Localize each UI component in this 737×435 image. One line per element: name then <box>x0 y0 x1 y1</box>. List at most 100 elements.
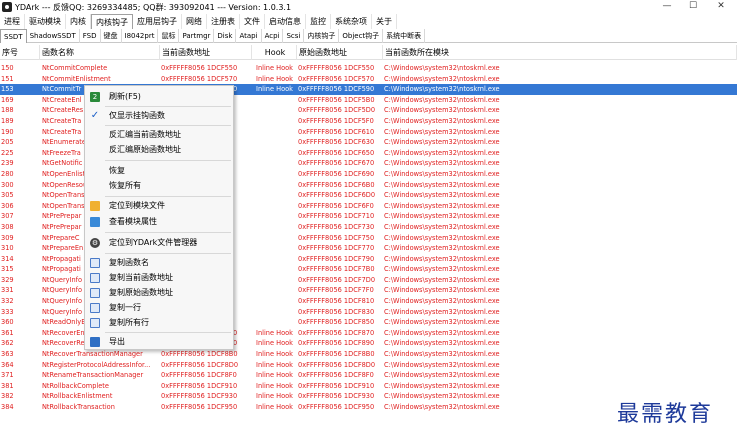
cell-original-address: 0xFFFFF8056 1DCF570 <box>298 74 375 83</box>
cell-original-address: 0xFFFFF8056 1DCF670 <box>298 159 375 168</box>
gear-icon: ⚙ <box>90 238 100 248</box>
maximize-button[interactable]: ☐ <box>683 0 703 14</box>
subtab[interactable]: ShadowSSDT <box>27 28 80 43</box>
subtab[interactable]: Disk <box>214 28 237 43</box>
cell-index: 300 <box>1 180 14 189</box>
menu-tab[interactable]: 应用层钩子 <box>133 14 182 29</box>
cell-original-address: 0xFFFFF8056 1DCF790 <box>298 254 375 263</box>
table-row[interactable]: 150 NtCommitComplete 0xFFFFF8056 1DCF550 In… <box>0 63 737 74</box>
menu-item-locate-ydark[interactable]: ⚙ 定位到YDArk文件管理器 <box>85 236 233 250</box>
column-header-current-address[interactable]: 当前函数地址 <box>160 45 252 60</box>
cell-module-path: C:\Windows\system32\ntoskrnl.exe <box>384 159 500 168</box>
menu-tab[interactable]: 系统杂项 <box>331 14 372 29</box>
cell-current-address: 0xFFFFF8056 1DCF570 <box>161 74 238 83</box>
subtab[interactable]: Atapi <box>236 28 262 43</box>
cell-index: 329 <box>1 275 14 284</box>
close-button[interactable]: ✕ <box>711 0 731 14</box>
menu-item-only-hooked[interactable]: ✓ 仅显示挂钩函数 <box>85 109 233 123</box>
column-header-original-address[interactable]: 原始函数地址 <box>297 45 383 60</box>
menu-tab[interactable]: 注册表 <box>207 14 240 29</box>
cell-index: 239 <box>1 159 14 168</box>
menu-item-disasm-current[interactable]: 反汇编当前函数地址 <box>85 128 233 142</box>
cell-index: 310 <box>1 244 14 253</box>
menu-item-copy-current-address[interactable]: 复制当前函数地址 <box>85 271 233 285</box>
cell-hook-type: Inline Hook <box>256 328 293 337</box>
subtab[interactable]: I8042prt <box>122 28 159 43</box>
cell-module-path: C:\Windows\system32\ntoskrnl.exe <box>384 212 500 221</box>
menu-item-locate-module[interactable]: 定位到模块文件 <box>85 199 233 213</box>
cell-hook-type: Inline Hook <box>256 64 293 72</box>
subtab[interactable]: 键盘 <box>101 28 122 43</box>
cell-original-address: 0xFFFFF8056 1DCF930 <box>298 392 375 401</box>
cell-original-address: 0xFFFFF8056 1DCF590 <box>298 85 375 94</box>
subtab[interactable]: Partmgr <box>179 28 215 43</box>
menu-item-copy-all-rows[interactable]: 复制所有行 <box>85 316 233 330</box>
cell-module-path: C:\Windows\system32\ntoskrnl.exe <box>384 74 500 83</box>
cell-original-address: 0xFFFFF8056 1DCF650 <box>298 148 375 157</box>
cell-original-address: 0xFFFFF8056 1DCF7F0 <box>298 286 374 295</box>
subtab[interactable]: 鼠标 <box>158 28 180 43</box>
menu-item-export[interactable]: 导出 <box>85 335 233 349</box>
column-header-index[interactable]: 序号 <box>0 45 40 60</box>
subtab[interactable]: 内核钩子 <box>304 28 340 43</box>
table-row[interactable]: 363 NtRecoverTransactionManager 0xFFFFF805… <box>0 349 737 360</box>
menu-tab[interactable]: 文件 <box>240 14 265 29</box>
cell-module-path: C:\Windows\system32\ntoskrnl.exe <box>384 328 500 337</box>
subtab[interactable]: SSDT <box>0 28 27 43</box>
menu-tab[interactable]: 启动信息 <box>265 14 306 29</box>
menu-tab[interactable]: 网络 <box>182 14 207 29</box>
cell-original-address: 0xFFFFF8056 1DCF890 <box>298 339 375 348</box>
menu-tab[interactable]: 内核 <box>66 14 91 29</box>
table-row[interactable]: 364 NtRegisterProtocolAddressInfor... 0xFF… <box>0 360 737 371</box>
cell-module-path: C:\Windows\system32\ntoskrnl.exe <box>384 360 500 369</box>
menu-item-copy-original-address[interactable]: 复制原始函数地址 <box>85 286 233 300</box>
cell-index: 169 <box>1 95 14 104</box>
menu-item-copy-row[interactable]: 复制一行 <box>85 301 233 315</box>
cell-original-address: 0xFFFFF8056 1DCF770 <box>298 244 375 253</box>
cell-hook-type: Inline Hook <box>256 74 293 83</box>
minimize-button[interactable]: — <box>657 0 677 14</box>
table-row[interactable]: 151 NtCommitEnlistment 0xFFFFF8056 1DCF570… <box>0 74 737 85</box>
column-header-function-name[interactable]: 函数名称 <box>40 45 160 60</box>
subtab[interactable]: Scsi <box>283 28 305 43</box>
cell-original-address: 0xFFFFF8056 1DCF910 <box>298 381 375 390</box>
menu-item-copy-name[interactable]: 复制函数名 <box>85 256 233 270</box>
cell-original-address: 0xFFFFF8056 1DCF730 <box>298 222 375 231</box>
menu-item-restore-all[interactable]: 恢复所有 <box>85 179 233 193</box>
cell-module-path: C:\Windows\system32\ntoskrnl.exe <box>384 339 500 348</box>
menu-item-refresh[interactable]: 2 刷新(F5) <box>85 90 233 104</box>
cell-index: 381 <box>1 381 14 390</box>
cell-index: 205 <box>1 138 14 147</box>
cell-index: 384 <box>1 403 14 411</box>
column-header-module[interactable]: 当前函数所在模块 <box>383 45 737 60</box>
menu-tab[interactable]: 进程 <box>0 14 25 29</box>
menu-item-restore[interactable]: 恢复 <box>85 164 233 178</box>
column-header-hook[interactable]: Hook <box>252 45 297 60</box>
folder-icon <box>90 201 100 211</box>
cell-module-path: C:\Windows\system32\ntoskrnl.exe <box>384 85 500 94</box>
menu-tab[interactable]: 关于 <box>372 14 397 29</box>
cell-original-address: 0xFFFFF8056 1DCF710 <box>298 212 375 221</box>
menu-item-module-properties[interactable]: 查看模块属性 <box>85 215 233 229</box>
app-icon <box>2 2 12 12</box>
menu-tab[interactable]: 内核钩子 <box>91 14 133 29</box>
cell-index: 307 <box>1 212 14 221</box>
cell-module-path: C:\Windows\system32\ntoskrnl.exe <box>384 180 500 189</box>
menu-item-disasm-original[interactable]: 反汇编原始函数地址 <box>85 143 233 157</box>
cell-function-name: NtRollbackTransaction <box>42 403 115 411</box>
cell-module-path: C:\Windows\system32\ntoskrnl.exe <box>384 244 500 253</box>
menu-tab[interactable]: 驱动模块 <box>25 14 66 29</box>
cell-original-address: 0xFFFFF8056 1DCF5F0 <box>298 116 374 125</box>
subtab[interactable]: 系统中断表 <box>383 28 426 43</box>
subtab[interactable]: Object钩子 <box>339 28 384 43</box>
table-row[interactable]: 371 NtRenameTransactionManager 0xFFFFF8056… <box>0 370 737 381</box>
menu-tab[interactable]: 监控 <box>306 14 331 29</box>
subtab[interactable]: Acpi <box>262 28 284 43</box>
subtab[interactable]: FSD <box>80 28 101 43</box>
cell-function-name: NtCommitComplete <box>42 64 108 72</box>
table-row[interactable]: 381 NtRollbackComplete 0xFFFFF8056 1DCF910… <box>0 381 737 392</box>
cell-original-address: 0xFFFFF8056 1DCF750 <box>298 233 375 242</box>
cell-function-name: NtRollbackEnlistment <box>42 392 113 401</box>
cell-index: 364 <box>1 360 14 369</box>
cell-index: 225 <box>1 148 14 157</box>
